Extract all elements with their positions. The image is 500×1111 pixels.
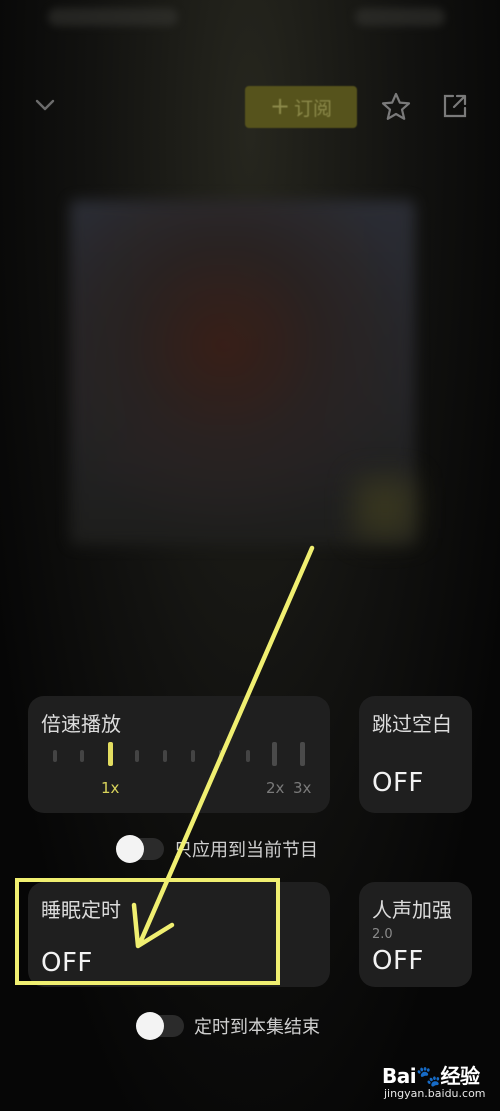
voice-enhance-version: 2.0	[372, 927, 393, 942]
skip-silence-title: 跳过空白	[372, 712, 452, 736]
plus-icon: +	[269, 92, 291, 120]
speed-tick	[219, 750, 223, 762]
voice-enhance-value: OFF	[372, 946, 424, 976]
status-bar-left	[48, 8, 178, 26]
paw-icon: 🐾	[416, 1064, 441, 1088]
speed-tick-active	[108, 742, 113, 766]
speed-tick	[300, 742, 305, 766]
star-icon[interactable]	[380, 91, 412, 123]
skip-silence-card[interactable]: 跳过空白 OFF	[359, 696, 472, 813]
baidu-watermark: Bai🐾经验 jingyan.baidu.com	[382, 1060, 494, 1104]
brand-text-cn: 经验	[440, 1064, 481, 1088]
speed-card: 倍速播放 1x 2x 3x	[28, 696, 330, 813]
speed-label-3x: 3x	[293, 779, 312, 797]
apply-current-toggle-row[interactable]: 只应用到当前节目	[116, 835, 318, 863]
toggle-knob	[116, 835, 144, 863]
annotation-highlight-box	[15, 878, 280, 985]
speed-tick	[80, 750, 84, 762]
speed-tick	[135, 750, 139, 762]
apply-current-label: 只应用到当前节目	[174, 840, 318, 861]
chevron-down-icon[interactable]	[30, 90, 60, 120]
subscribe-button[interactable]: + 订阅	[245, 86, 357, 128]
end-of-episode-label: 定时到本集结束	[194, 1017, 320, 1038]
end-of-episode-toggle-row[interactable]: 定时到本集结束	[136, 1012, 320, 1040]
player-top-bar: + 订阅	[0, 84, 500, 128]
speed-tick	[53, 750, 57, 762]
skip-silence-value: OFF	[372, 768, 424, 798]
speed-slider[interactable]: 1x 2x 3x	[28, 696, 330, 813]
brand-text-a: Bai	[382, 1064, 417, 1088]
speed-label-2x: 2x	[266, 779, 285, 797]
status-bar-right	[355, 8, 445, 26]
toggle-knob	[136, 1012, 164, 1040]
voice-enhance-title: 人声加强	[372, 898, 452, 922]
speed-tick	[163, 750, 167, 762]
watermark-url: jingyan.baidu.com	[384, 1087, 486, 1100]
apply-current-toggle[interactable]	[116, 835, 164, 863]
speed-tick	[246, 750, 250, 762]
baidu-logo: Bai🐾经验	[382, 1060, 480, 1089]
speed-tick	[272, 742, 277, 766]
end-of-episode-toggle[interactable]	[136, 1012, 184, 1040]
share-icon[interactable]	[440, 91, 470, 121]
subscribe-label: 订阅	[294, 97, 333, 120]
cover-glow	[355, 478, 415, 538]
voice-enhance-card[interactable]: 人声加强 2.0 OFF	[359, 882, 472, 987]
speed-tick	[191, 750, 195, 762]
speed-label-1x: 1x	[101, 779, 120, 797]
